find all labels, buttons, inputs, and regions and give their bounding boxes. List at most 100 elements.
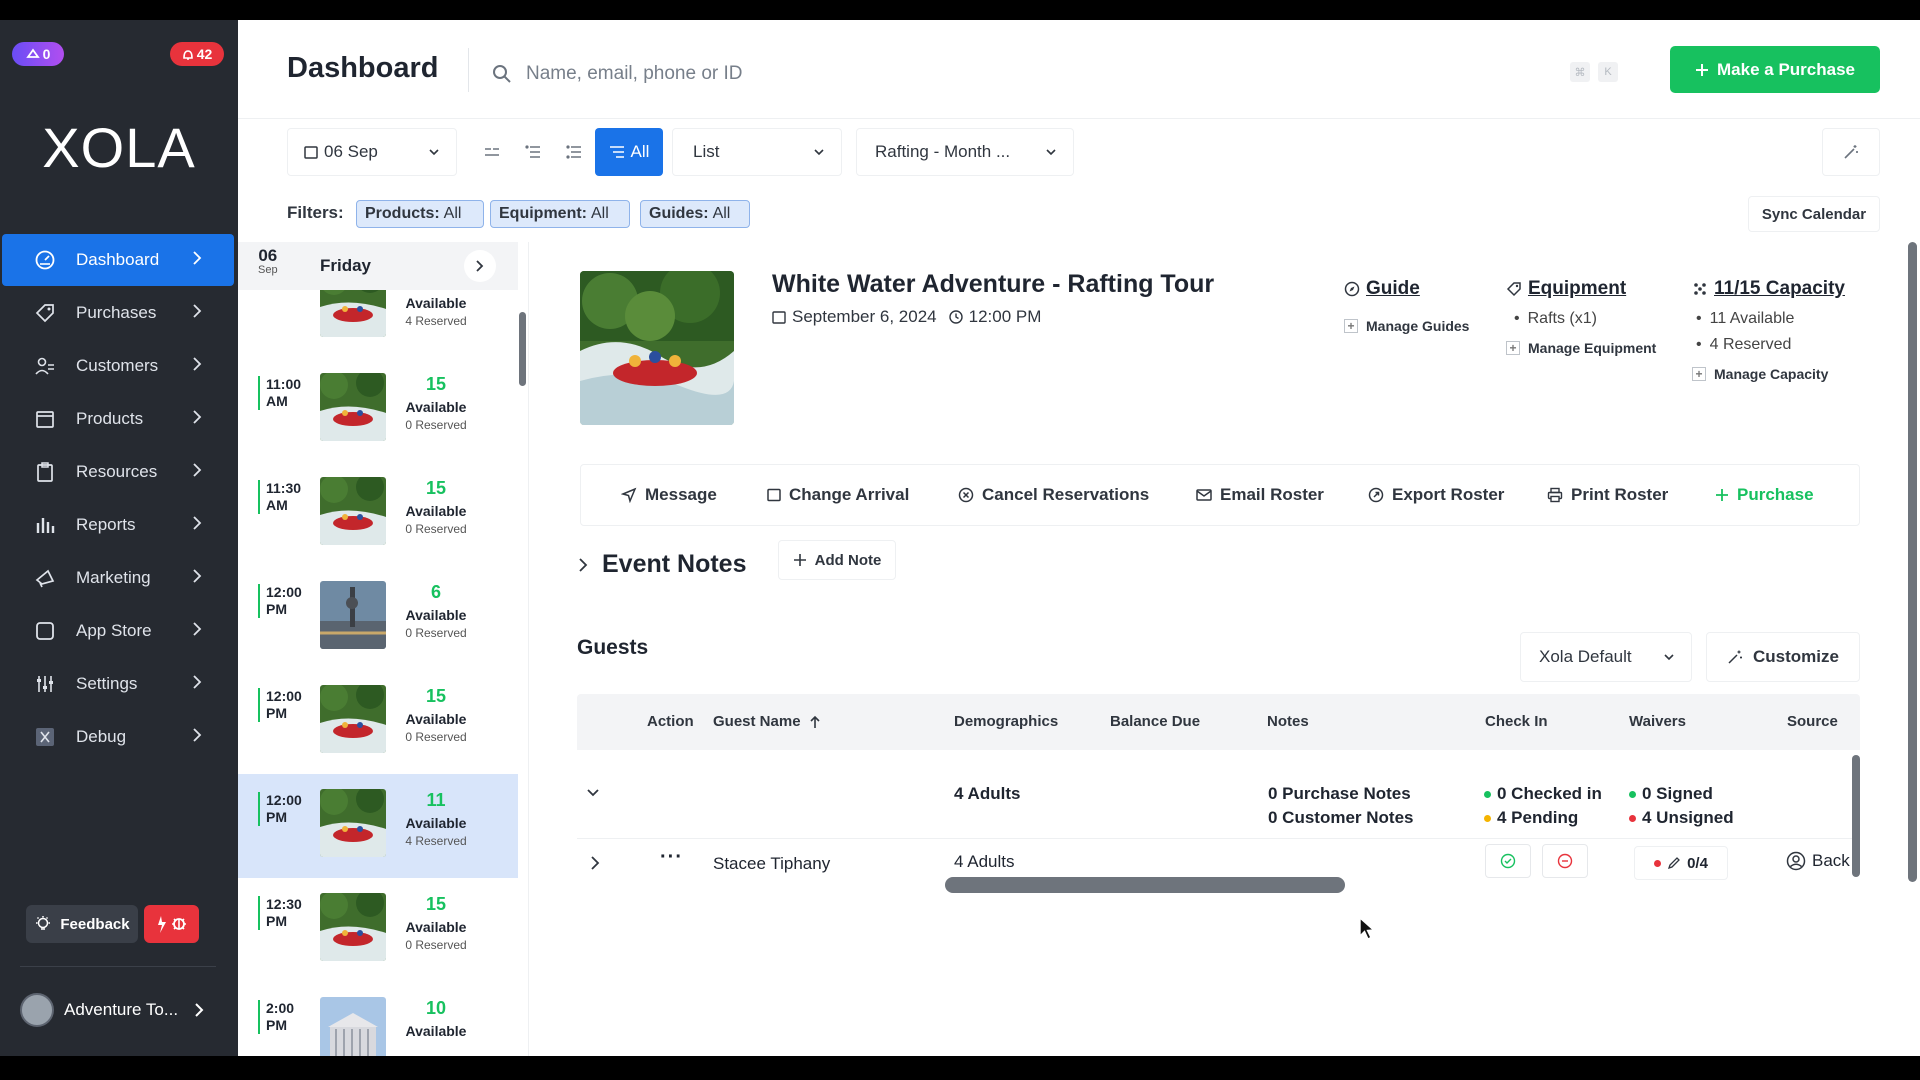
- print-roster-label: Print Roster: [1571, 485, 1669, 504]
- date-picker[interactable]: 06 Sep: [287, 128, 457, 176]
- search-shortcut: ⌘ K: [1570, 62, 1618, 82]
- message-button[interactable]: Message: [621, 465, 717, 525]
- col-guest-name[interactable]: Guest Name: [713, 713, 821, 730]
- chevron-down-icon: [429, 149, 439, 156]
- sidebar-item-label: Resources: [76, 462, 158, 481]
- sidebar-item-reports[interactable]: Reports: [2, 499, 234, 551]
- expand-row-icon[interactable]: [590, 855, 600, 871]
- alerts-badge[interactable]: 42: [170, 42, 224, 66]
- collapse-chevron-icon[interactable]: [586, 788, 600, 798]
- chevron-right-icon: [193, 675, 202, 689]
- filter-some-button[interactable]: [513, 128, 553, 176]
- purchase-button[interactable]: Purchase: [1715, 465, 1814, 525]
- make-purchase-button[interactable]: Make a Purchase: [1670, 46, 1880, 93]
- chevron-right-icon: [476, 260, 484, 272]
- sidebar-item-marketing[interactable]: Marketing: [2, 552, 234, 604]
- time-slot[interactable]: 2:00 PM 10 Available: [238, 982, 518, 1056]
- time-slot[interactable]: 11:30 AM 15 Available 0 Reserved: [238, 462, 518, 566]
- chevron-right-icon: [193, 516, 202, 530]
- capacity-heading[interactable]: 11/15 Capacity: [1692, 278, 1845, 300]
- no-show-button[interactable]: [1542, 844, 1588, 878]
- sidebar-item-settings[interactable]: Settings: [2, 658, 234, 710]
- email-roster-button[interactable]: Email Roster: [1196, 465, 1324, 525]
- slot-time-text: 12:00 PM: [266, 688, 302, 721]
- lightbulb-icon: [36, 916, 51, 930]
- time-slot[interactable]: 12:30 PM 15 Available 0 Reserved: [238, 878, 518, 982]
- customize-label: Customize: [1753, 647, 1839, 666]
- account-switcher[interactable]: Adventure To...: [20, 988, 220, 1032]
- search-input[interactable]: Name, email, phone or ID: [492, 56, 1192, 92]
- time-slot[interactable]: 12:00 PM 15 Available 0 Reserved: [238, 670, 518, 774]
- filter-all-button[interactable]: All: [595, 128, 663, 176]
- table-horizontal-scrollbar[interactable]: [945, 877, 1345, 893]
- filter-many-button[interactable]: [554, 128, 594, 176]
- slot-reserved: 4 Reserved: [405, 834, 467, 848]
- sidebar-item-purchases[interactable]: Purchases: [2, 287, 234, 339]
- calendar-icon: [767, 488, 781, 502]
- column-template-select[interactable]: Xola Default: [1520, 632, 1692, 682]
- check-in-button[interactable]: [1485, 844, 1531, 878]
- plus-icon: [793, 554, 806, 566]
- slot-reserved: 0 Reserved: [405, 418, 467, 432]
- view-select[interactable]: List: [672, 128, 842, 176]
- slot-time: 12:00 PM: [258, 584, 302, 618]
- table-vertical-scrollbar[interactable]: [1852, 755, 1860, 877]
- filter-chip-products[interactable]: Products: All: [356, 200, 484, 228]
- shortcut-key-cmd: ⌘: [1570, 62, 1590, 82]
- equipment-heading[interactable]: Equipment: [1506, 278, 1656, 300]
- waiver-status-button[interactable]: 0/4: [1634, 846, 1728, 880]
- filter-few-button[interactable]: [472, 128, 512, 176]
- slot-thumbnail: [320, 373, 386, 441]
- add-note-button[interactable]: Add Note: [778, 540, 896, 580]
- report-bug-button[interactable]: [144, 905, 199, 943]
- slot-available-label: Available: [405, 503, 467, 519]
- guest-name[interactable]: Stacee Tiphany: [713, 854, 830, 874]
- time-slot[interactable]: 11:00 AM 15 Available 0 Reserved: [238, 358, 518, 462]
- manage-guides-button[interactable]: + Manage Guides: [1344, 318, 1469, 334]
- print-roster-button[interactable]: Print Roster: [1547, 465, 1668, 525]
- guide-heading[interactable]: Guide: [1344, 278, 1469, 300]
- manage-equipment-button[interactable]: + Manage Equipment: [1506, 340, 1656, 356]
- calendar-select[interactable]: Rafting - Month ...: [856, 128, 1074, 176]
- clipboard-icon: [32, 461, 58, 483]
- send-icon: [621, 487, 637, 503]
- tasks-badge[interactable]: 0: [12, 42, 64, 66]
- plus-icon: [1716, 489, 1728, 501]
- export-roster-button[interactable]: Export Roster: [1368, 465, 1504, 525]
- slot-list-scrollbar[interactable]: [519, 312, 526, 386]
- add-note-label: Add Note: [814, 551, 882, 569]
- main-vertical-scrollbar[interactable]: [1908, 242, 1917, 882]
- guests-table-header: Action Guest Name Demographics Balance D…: [577, 694, 1860, 750]
- capacity-available: 11 Available: [1696, 310, 1845, 328]
- time-slot[interactable]: 11 Available 4 Reserved: [238, 290, 518, 358]
- chevron-right-icon: [193, 304, 202, 318]
- sidebar-item-debug[interactable]: Debug: [2, 711, 234, 763]
- capacity-reserved: 4 Reserved: [1696, 336, 1845, 354]
- feedback-label: Feedback: [60, 915, 130, 933]
- customize-button[interactable]: Customize: [1706, 632, 1860, 682]
- slot-available-label: Available: [405, 711, 467, 727]
- manage-capacity-button[interactable]: + Manage Capacity: [1692, 366, 1845, 382]
- sidebar-item-resources[interactable]: Resources: [2, 446, 234, 498]
- time-slot[interactable]: 12:00 PM 11 Available 4 Reserved: [238, 774, 518, 878]
- sidebar-item-products[interactable]: Products: [2, 393, 234, 445]
- bug-icon: [157, 916, 186, 933]
- sync-calendar-button[interactable]: Sync Calendar: [1748, 196, 1880, 232]
- sidebar-item-app-store[interactable]: App Store: [2, 605, 234, 657]
- sidebar-item-dashboard[interactable]: Dashboard: [2, 234, 234, 286]
- row-actions-menu[interactable]: ···: [660, 846, 683, 869]
- filter-chip-guides[interactable]: Guides: All: [640, 200, 750, 228]
- search-icon: [493, 65, 511, 83]
- filter-chip-equipment[interactable]: Equipment: All: [490, 200, 630, 228]
- summary-unsigned: 4 Unsigned: [1629, 808, 1734, 828]
- magic-wand-button[interactable]: [1822, 128, 1880, 176]
- time-slot[interactable]: 12:00 PM 6 Available 0 Reserved: [238, 566, 518, 670]
- cancel-reservations-button[interactable]: Cancel Reservations: [958, 465, 1149, 525]
- next-day-button[interactable]: [464, 250, 496, 282]
- sidebar-item-customers[interactable]: Customers: [2, 340, 234, 392]
- xola-logo[interactable]: XOLA: [0, 115, 238, 180]
- feedback-button[interactable]: Feedback: [26, 905, 138, 943]
- change-arrival-button[interactable]: Change Arrival: [767, 465, 909, 525]
- event-notes-toggle[interactable]: Event Notes: [578, 550, 746, 579]
- printer-icon: [1547, 487, 1563, 503]
